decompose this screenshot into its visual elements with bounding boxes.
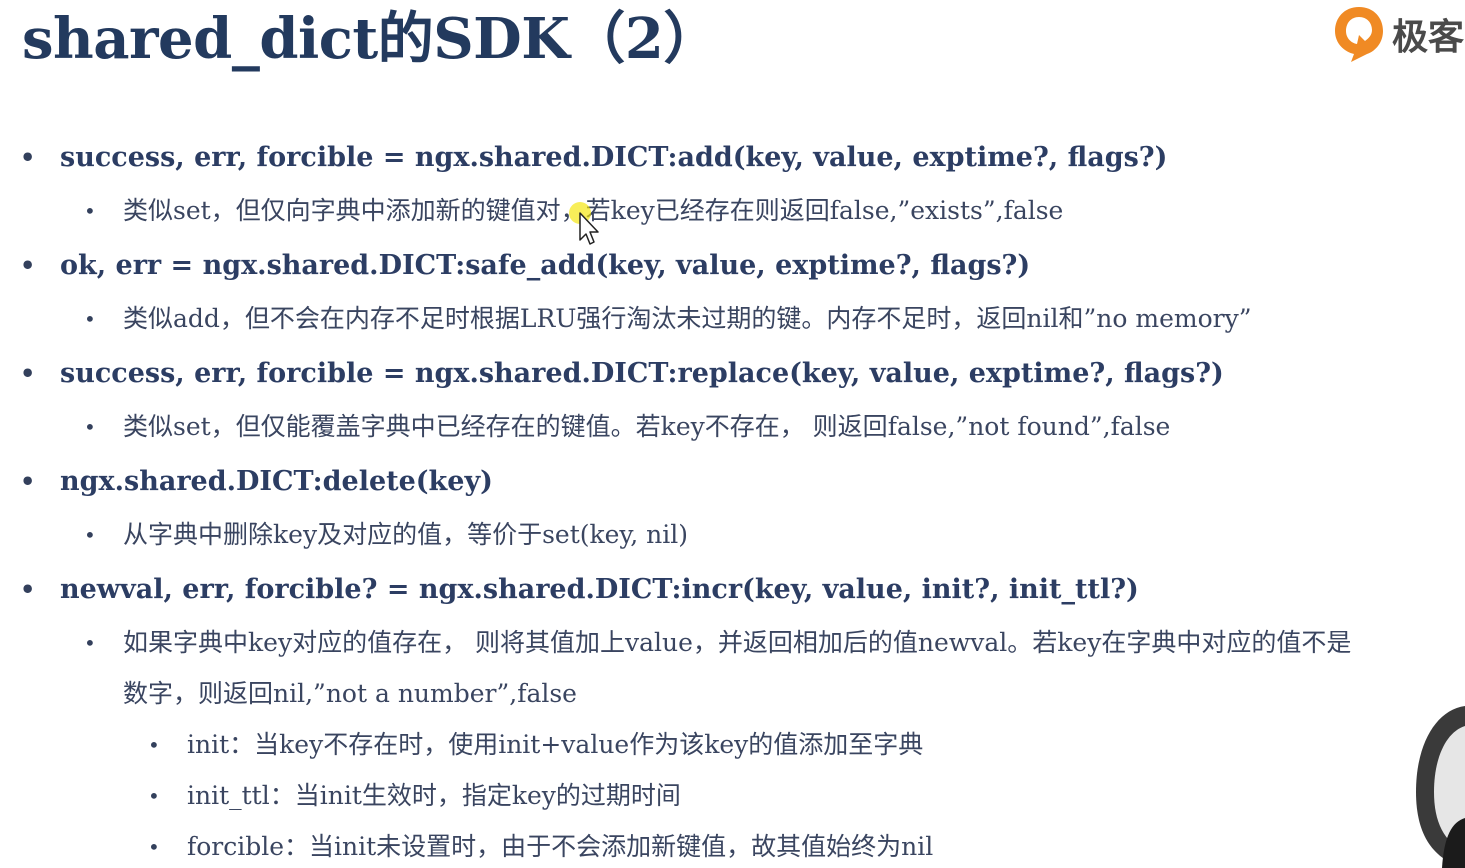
bullet-marker: • bbox=[148, 733, 160, 757]
presenter-video-overlay bbox=[1416, 706, 1465, 868]
bullet-text: ok, err = ngx.shared.DICT:safe_add(key, … bbox=[60, 250, 1031, 281]
bullet-text: init：当key不存在时，使用init+value作为该key的值添加至字典 bbox=[187, 730, 924, 759]
bullet-text: success, err, forcible = ngx.shared.DICT… bbox=[60, 142, 1168, 173]
bullet-marker: • bbox=[84, 307, 96, 331]
bullet-marker: • bbox=[84, 415, 96, 439]
bullet-marker: • bbox=[20, 359, 36, 388]
bullet-marker: • bbox=[148, 784, 160, 808]
geekbang-logo-icon bbox=[1335, 7, 1383, 62]
logo-text: 极客 bbox=[1392, 17, 1465, 58]
bullet-text: success, err, forcible = ngx.shared.DICT… bbox=[60, 358, 1224, 389]
mouse-pointer-icon bbox=[569, 202, 599, 245]
bullet-marker: • bbox=[20, 143, 36, 172]
bullet-marker: • bbox=[84, 199, 96, 223]
bullet-text: newval, err, forcible? = ngx.shared.DICT… bbox=[60, 574, 1139, 605]
bullet-text: init_ttl：当init生效时，指定key的过期时间 bbox=[187, 781, 681, 810]
bullet-text: 如果字典中key对应的值存在， 则将其值加上value，并返回相加后的值newv… bbox=[123, 628, 1352, 657]
bullet-text: 类似set，但仅能覆盖字典中已经存在的键值。若key不存在， 则返回false,… bbox=[123, 412, 1171, 441]
bullet-marker: • bbox=[148, 835, 160, 859]
bullet-marker: • bbox=[20, 251, 36, 280]
bullet-marker: • bbox=[20, 575, 36, 604]
bullet-text: 从字典中删除key及对应的值，等价于set(key, nil) bbox=[123, 520, 688, 549]
bullet-text: 类似add，但不会在内存不足时根据LRU强行淘汰未过期的键。内存不足时，返回ni… bbox=[123, 304, 1252, 333]
bullet-text: 数字，则返回nil,”not a number”,false bbox=[123, 679, 577, 708]
bullet-marker: • bbox=[84, 631, 96, 655]
bullet-marker: • bbox=[20, 467, 36, 496]
bullet-marker: • bbox=[84, 523, 96, 547]
geekbang-logo: 极客 bbox=[1332, 4, 1464, 64]
bullet-text: ngx.shared.DICT:delete(key) bbox=[60, 466, 493, 497]
bullet-text: forcible：当init未设置时，由于不会添加新键值，故其值始终为nil bbox=[187, 832, 934, 861]
slide-title: shared_dict的SDK（2） bbox=[22, 6, 719, 72]
